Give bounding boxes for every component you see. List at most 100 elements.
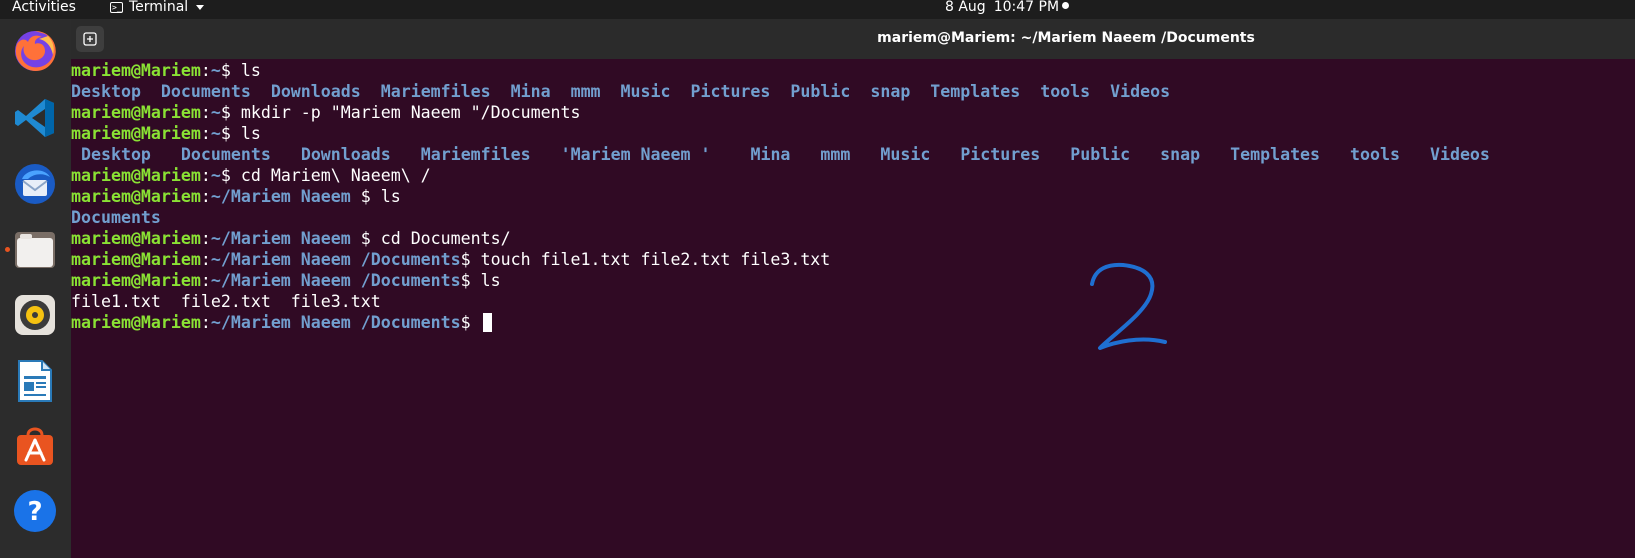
command-text: cd Documents/ bbox=[380, 229, 511, 248]
prompt-dollar: $ bbox=[360, 187, 381, 206]
prompt-user-host: mariem@Mariem bbox=[71, 61, 201, 80]
terminal-line: Desktop Documents Downloads Mariemfiles … bbox=[71, 81, 1635, 102]
directory-entry: tools bbox=[1350, 145, 1400, 164]
window-title: mariem@Mariem: ~/Mariem Naeem /Documents bbox=[877, 30, 1255, 46]
terminal-output[interactable]: mariem@Mariem:~$ ls Desktop Documents Dow… bbox=[71, 60, 1635, 558]
terminal-line: Desktop Documents Downloads Mariemfiles … bbox=[71, 144, 1635, 165]
files-icon[interactable] bbox=[12, 227, 58, 273]
terminal-line: mariem@Mariem:~$ ls bbox=[71, 60, 1635, 81]
directory-entry: Music bbox=[620, 82, 671, 101]
text-cursor bbox=[482, 313, 492, 332]
command-text: touch file1.txt file2.txt file3.txt bbox=[480, 250, 831, 269]
vscode-icon[interactable] bbox=[12, 95, 58, 141]
dock: ? bbox=[0, 19, 71, 558]
help-icon[interactable]: ? bbox=[12, 488, 58, 534]
app-menu-label: Terminal bbox=[129, 0, 189, 15]
handwritten-number-2 bbox=[1090, 262, 1167, 350]
prompt-user-host: mariem@Mariem bbox=[71, 229, 201, 248]
terminal-line: mariem@Mariem:~/Mariem Naeem /Documents$… bbox=[71, 270, 1635, 291]
prompt-dollar: $ bbox=[460, 313, 481, 332]
command-text: ls bbox=[380, 187, 401, 206]
prompt-colon: : bbox=[200, 250, 211, 269]
prompt-path: ~ bbox=[210, 166, 221, 185]
directory-entry: Videos bbox=[1110, 82, 1171, 101]
directory-entry: Music bbox=[880, 145, 931, 164]
prompt-colon: : bbox=[200, 103, 211, 122]
directory-entry: Pictures bbox=[690, 82, 771, 101]
svg-text:?: ? bbox=[27, 497, 42, 527]
app-menu[interactable]: >_ Terminal bbox=[110, 0, 205, 15]
directory-entry: Mina bbox=[740, 145, 791, 164]
prompt-user-host: mariem@Mariem bbox=[71, 250, 201, 269]
directory-entry: tools bbox=[1040, 82, 1091, 101]
prompt-path: ~/Mariem Naeem /Documents bbox=[210, 271, 461, 290]
prompt-user-host: mariem@Mariem bbox=[71, 187, 201, 206]
command-text: mkdir -p "Mariem Naeem "/Documents bbox=[240, 103, 581, 122]
terminal-line: mariem@Mariem:~$ mkdir -p "Mariem Naeem … bbox=[71, 102, 1635, 123]
terminal-line: Documents bbox=[71, 207, 1635, 228]
directory-entry: Templates bbox=[930, 82, 1021, 101]
directory-entry: Mariemfiles bbox=[380, 82, 491, 101]
activities-button[interactable]: Activities bbox=[12, 0, 76, 14]
directory-entry: mmm bbox=[820, 145, 851, 164]
rhythmbox-icon[interactable] bbox=[12, 292, 58, 338]
terminal-line: mariem@Mariem:~$ ls bbox=[71, 123, 1635, 144]
prompt-path: ~ bbox=[210, 103, 221, 122]
notification-dot-icon bbox=[1062, 2, 1069, 9]
prompt-colon: : bbox=[200, 271, 211, 290]
directory-entry: Videos bbox=[1429, 145, 1490, 164]
terminal-line: mariem@Mariem:~/Mariem Naeem /Documents$ bbox=[71, 312, 1635, 333]
directory-entry: Documents bbox=[160, 82, 251, 101]
running-indicator-icon bbox=[5, 247, 10, 252]
prompt-path: ~ bbox=[210, 61, 221, 80]
prompt-dollar: $ bbox=[220, 124, 241, 143]
prompt-dollar: $ bbox=[360, 229, 381, 248]
terminal-line: mariem@Mariem:~/Mariem Naeem $ cd Docume… bbox=[71, 228, 1635, 249]
prompt-dollar: $ bbox=[220, 166, 241, 185]
thunderbird-icon[interactable] bbox=[12, 161, 58, 207]
prompt-path: ~/Mariem Naeem bbox=[210, 187, 361, 206]
prompt-colon: : bbox=[200, 313, 211, 332]
prompt-path: ~/Mariem Naeem /Documents bbox=[210, 313, 461, 332]
prompt-colon: : bbox=[200, 61, 211, 80]
directory-entry: Templates bbox=[1230, 145, 1321, 164]
prompt-user-host: mariem@Mariem bbox=[71, 166, 201, 185]
firefox-icon[interactable] bbox=[12, 28, 58, 74]
directory-entry: Pictures bbox=[960, 145, 1041, 164]
chevron-down-icon bbox=[196, 4, 205, 10]
prompt-user-host: mariem@Mariem bbox=[71, 124, 201, 143]
prompt-dollar: $ bbox=[460, 250, 481, 269]
terminal-icon: >_ bbox=[110, 1, 123, 13]
terminal-line: mariem@Mariem:~/Mariem Naeem $ ls bbox=[71, 186, 1635, 207]
command-text: ls bbox=[240, 124, 261, 143]
prompt-path: ~ bbox=[210, 124, 221, 143]
directory-entry: snap bbox=[1160, 145, 1201, 164]
prompt-user-host: mariem@Mariem bbox=[71, 103, 201, 122]
terminal-line: mariem@Mariem:~$ cd Mariem\ Naeem\ / bbox=[71, 165, 1635, 186]
directory-entry: Desktop bbox=[71, 82, 141, 101]
directory-entry: Mina bbox=[510, 82, 551, 101]
command-text: ls bbox=[240, 61, 261, 80]
file-list: file1.txt file2.txt file3.txt bbox=[71, 292, 381, 311]
directory-entry: Public bbox=[790, 82, 851, 101]
directory-entry: snap bbox=[870, 82, 911, 101]
terminal-line: file1.txt file2.txt file3.txt bbox=[71, 291, 1635, 312]
directory-entry: Mariemfiles bbox=[420, 145, 531, 164]
directory-entry: Documents bbox=[180, 145, 271, 164]
top-bar: Activities >_ Terminal 8 Aug 10:47 PM bbox=[0, 0, 1635, 19]
prompt-dollar: $ bbox=[460, 271, 481, 290]
ubuntu-software-icon[interactable] bbox=[12, 423, 58, 469]
prompt-dollar: $ bbox=[220, 103, 241, 122]
libreoffice-writer-icon[interactable] bbox=[12, 358, 58, 404]
directory-entry: Desktop bbox=[71, 145, 151, 164]
prompt-user-host: mariem@Mariem bbox=[71, 313, 201, 332]
header-bar: mariem@Mariem: ~/Mariem Naeem /Documents bbox=[71, 19, 1635, 59]
directory-entry: Public bbox=[1070, 145, 1131, 164]
directory-entry: Downloads bbox=[300, 145, 391, 164]
prompt-colon: : bbox=[200, 229, 211, 248]
prompt-user-host: mariem@Mariem bbox=[71, 271, 201, 290]
prompt-dollar: $ bbox=[220, 61, 241, 80]
clock[interactable]: 8 Aug 10:47 PM bbox=[945, 0, 1059, 14]
prompt-path: ~/Mariem Naeem /Documents bbox=[210, 250, 461, 269]
directory-entry: Downloads bbox=[270, 82, 361, 101]
